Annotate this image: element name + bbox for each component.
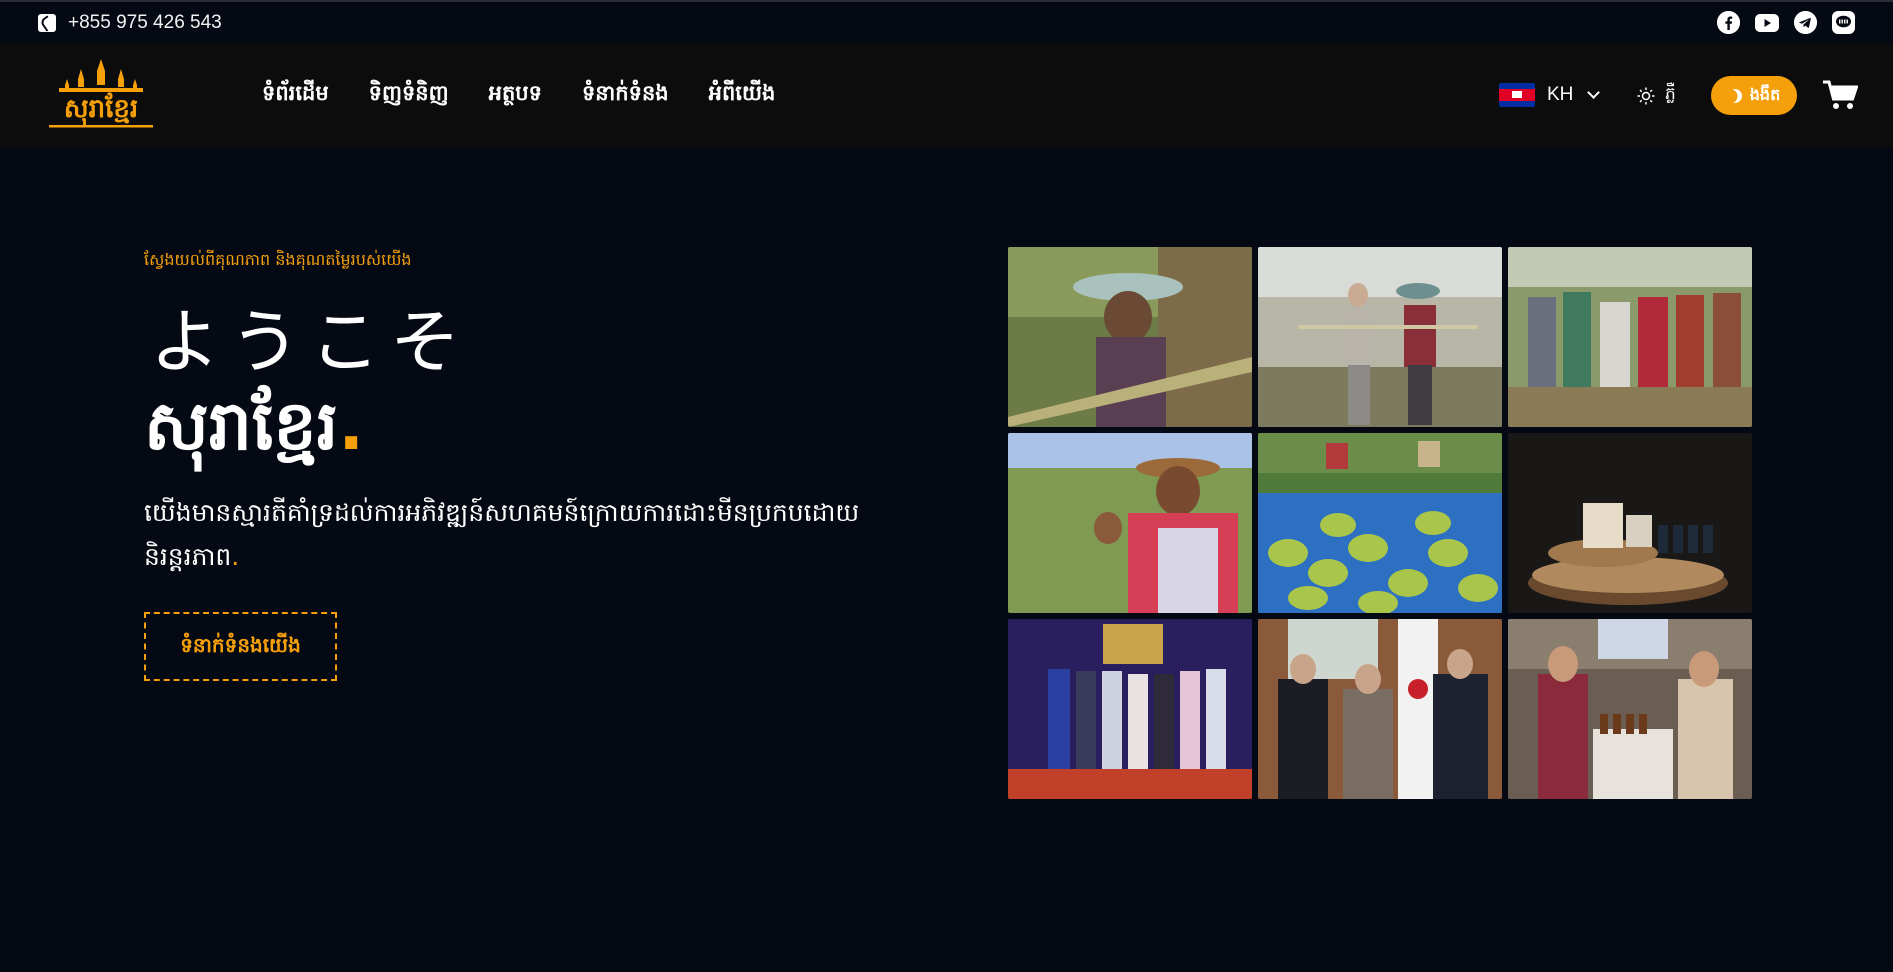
- nav-item-articles[interactable]: អត្ថបទ: [489, 80, 542, 111]
- dark-theme-button[interactable]: ងងឹត: [1711, 76, 1797, 115]
- nav-item-about[interactable]: អំពីយើង: [709, 80, 776, 111]
- top-bar: +855 975 426 543: [0, 0, 1893, 43]
- nav-item-contact[interactable]: ទំនាក់ទំនង: [582, 80, 669, 111]
- main-navigation: សុរាខ្មែរ ទំព័រដើម ទិញទំនិញ អត្ថបទ ទំនាក…: [0, 43, 1893, 148]
- product-bottles-on-wood-photo[interactable]: [1508, 433, 1752, 613]
- moon-icon: [1725, 86, 1744, 105]
- hero-section: ស្វែងយល់ពីគុណភាព និងគុណតម្លៃរបស់យើង ようこそ…: [0, 148, 1893, 972]
- language-selector[interactable]: KH: [1499, 83, 1601, 107]
- chevron-down-icon: [1587, 86, 1601, 99]
- hero-brand-title: សុរាខ្មែរ.: [144, 384, 364, 483]
- hero-description: យើងមានស្មារតីគាំទ្រដល់ការអភិវឌ្ឍន៍សហគមន៍…: [144, 491, 904, 579]
- elderly-men-harvesting-photo[interactable]: [1258, 247, 1502, 427]
- telegram-icon[interactable]: [1794, 11, 1817, 34]
- launch-event-group-photo[interactable]: [1008, 619, 1252, 799]
- logo-text: សុរាខ្មែរ: [64, 92, 138, 126]
- facebook-icon[interactable]: [1717, 11, 1740, 34]
- phone-icon: [38, 13, 56, 32]
- cambodia-flag-icon: [1499, 83, 1535, 107]
- social-links: [1717, 11, 1855, 34]
- line-icon[interactable]: [1832, 11, 1855, 34]
- shopping-cart-icon[interactable]: [1822, 79, 1859, 111]
- nav-item-shop[interactable]: ទិញទំនិញ: [369, 80, 449, 111]
- phone-number[interactable]: +855 975 426 543: [68, 12, 222, 34]
- hero-eyebrow: ស្វែងយល់ពីគុណភាព និងគុណតម្លៃរបស់យើង: [144, 250, 412, 269]
- site-logo[interactable]: សុរាខ្មែរ: [47, 57, 155, 131]
- main-menu: ទំព័រដើម ទិញទំនិញ អត្ថបទ ទំនាក់ទំនង អំពី…: [262, 43, 775, 148]
- mango-harvest-crates-photo[interactable]: [1258, 433, 1502, 613]
- hero-welcome-title: ようこそ: [150, 301, 470, 383]
- light-theme-button[interactable]: ភ្លឺ: [1637, 83, 1676, 108]
- language-code: KH: [1547, 84, 1574, 105]
- businessmen-with-bottles-photo[interactable]: [1258, 619, 1502, 799]
- smiling-farmer-rice-field-photo[interactable]: [1008, 433, 1252, 613]
- youtube-icon[interactable]: [1755, 13, 1779, 32]
- description-dot: .: [231, 542, 240, 571]
- light-theme-label: ភ្លឺ: [1665, 84, 1676, 104]
- description-text: យើងមានស្មារតីគាំទ្រដល់ការអភិវឌ្ឍន៍សហគមន៍…: [144, 498, 860, 571]
- women-at-tasting-event-photo[interactable]: [1508, 619, 1752, 799]
- phone-contact[interactable]: +855 975 426 543: [38, 12, 222, 34]
- brand-name: សុរាខ្មែរ: [144, 387, 339, 466]
- dark-theme-label: ងងឹត: [1749, 84, 1781, 104]
- contact-us-button[interactable]: ទំនាក់ទំនងយើង: [144, 612, 337, 681]
- nav-item-home[interactable]: ទំព័រដើម: [262, 80, 329, 111]
- sun-icon: [1637, 87, 1655, 105]
- photo-gallery: [1008, 247, 1752, 799]
- brand-dot: .: [338, 387, 365, 466]
- farmer-with-sugarcane-photo[interactable]: [1008, 247, 1252, 427]
- group-of-farmers-photo[interactable]: [1508, 247, 1752, 427]
